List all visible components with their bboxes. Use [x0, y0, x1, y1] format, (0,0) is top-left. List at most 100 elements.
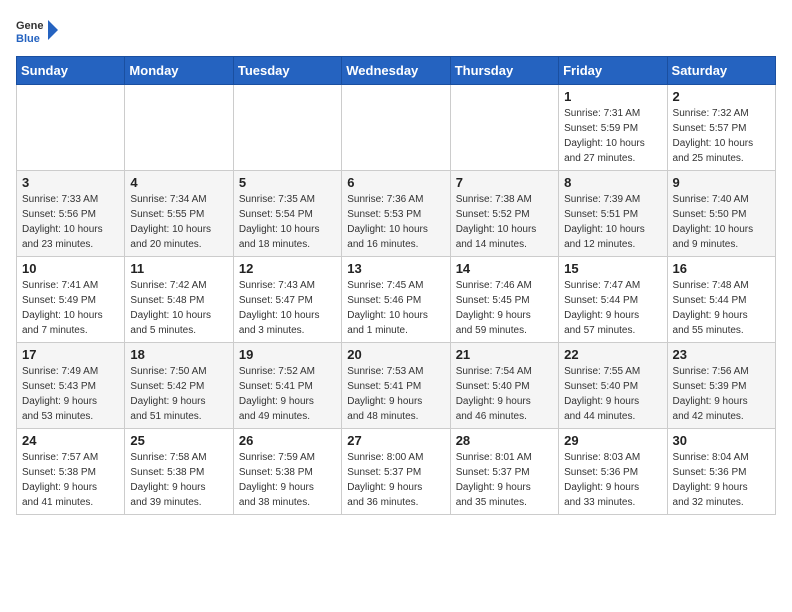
- calendar-cell: 23 Sunrise: 7:56 AM Sunset: 5:39 PM Dayli…: [667, 343, 775, 429]
- day-number: 29: [564, 433, 661, 448]
- day-info: Sunrise: 7:47 AM Sunset: 5:44 PM Dayligh…: [564, 278, 661, 338]
- calendar-cell: 8 Sunrise: 7:39 AM Sunset: 5:51 PM Daylig…: [559, 171, 667, 257]
- calendar-cell: 6Sunrise: 7:36 AM Sunset: 5:53 PM Daylig…: [342, 171, 450, 257]
- day-info: Sunrise: 7:54 AM Sunset: 5:40 PM Dayligh…: [456, 364, 553, 424]
- header-day-thursday: Thursday: [450, 57, 558, 85]
- day-number: 24: [22, 433, 119, 448]
- calendar-cell: 20 Sunrise: 7:53 AM Sunset: 5:41 PM Dayli…: [342, 343, 450, 429]
- calendar-cell: 12 Sunrise: 7:43 AM Sunset: 5:47 PM Dayli…: [233, 257, 341, 343]
- day-number: 12: [239, 261, 336, 276]
- header-row: SundayMondayTuesdayWednesdayThursdayFrid…: [17, 57, 776, 85]
- day-info: Sunrise: 7:43 AM Sunset: 5:47 PM Dayligh…: [239, 278, 336, 338]
- day-number: 28: [456, 433, 553, 448]
- calendar-cell: 2 Sunrise: 7:32 AM Sunset: 5:57 PM Daylig…: [667, 85, 775, 171]
- calendar-cell: 15Sunrise: 7:47 AM Sunset: 5:44 PM Dayli…: [559, 257, 667, 343]
- header-day-tuesday: Tuesday: [233, 57, 341, 85]
- calendar-cell: [17, 85, 125, 171]
- day-number: 13: [347, 261, 444, 276]
- day-number: 4: [130, 175, 227, 190]
- calendar-cell: 11Sunrise: 7:42 AM Sunset: 5:48 PM Dayli…: [125, 257, 233, 343]
- calendar-cell: 4 Sunrise: 7:34 AM Sunset: 5:55 PM Daylig…: [125, 171, 233, 257]
- day-info: Sunrise: 7:39 AM Sunset: 5:51 PM Dayligh…: [564, 192, 661, 252]
- logo-arrow-icon: [46, 16, 60, 44]
- day-info: Sunrise: 7:38 AM Sunset: 5:52 PM Dayligh…: [456, 192, 553, 252]
- day-number: 2: [673, 89, 770, 104]
- day-info: Sunrise: 8:00 AM Sunset: 5:37 PM Dayligh…: [347, 450, 444, 510]
- day-info: Sunrise: 7:50 AM Sunset: 5:42 PM Dayligh…: [130, 364, 227, 424]
- calendar-cell: 21 Sunrise: 7:54 AM Sunset: 5:40 PM Dayli…: [450, 343, 558, 429]
- calendar-cell: 24Sunrise: 7:57 AM Sunset: 5:38 PM Dayli…: [17, 429, 125, 515]
- calendar-cell: 3Sunrise: 7:33 AM Sunset: 5:56 PM Daylig…: [17, 171, 125, 257]
- calendar-header: SundayMondayTuesdayWednesdayThursdayFrid…: [17, 57, 776, 85]
- calendar-cell: 1Sunrise: 7:31 AM Sunset: 5:59 PM Daylig…: [559, 85, 667, 171]
- day-number: 21: [456, 347, 553, 362]
- day-info: Sunrise: 7:52 AM Sunset: 5:41 PM Dayligh…: [239, 364, 336, 424]
- day-number: 19: [239, 347, 336, 362]
- day-number: 27: [347, 433, 444, 448]
- calendar-cell: 14Sunrise: 7:46 AM Sunset: 5:45 PM Dayli…: [450, 257, 558, 343]
- day-number: 8: [564, 175, 661, 190]
- day-number: 26: [239, 433, 336, 448]
- calendar-cell: 26 Sunrise: 7:59 AM Sunset: 5:38 PM Dayli…: [233, 429, 341, 515]
- day-info: Sunrise: 8:01 AM Sunset: 5:37 PM Dayligh…: [456, 450, 553, 510]
- day-number: 11: [130, 261, 227, 276]
- day-number: 20: [347, 347, 444, 362]
- day-number: 25: [130, 433, 227, 448]
- day-number: 23: [673, 347, 770, 362]
- day-number: 18: [130, 347, 227, 362]
- day-info: Sunrise: 8:04 AM Sunset: 5:36 PM Dayligh…: [673, 450, 770, 510]
- svg-text:General: General: [16, 20, 44, 32]
- day-number: 17: [22, 347, 119, 362]
- day-info: Sunrise: 8:03 AM Sunset: 5:36 PM Dayligh…: [564, 450, 661, 510]
- header-day-monday: Monday: [125, 57, 233, 85]
- calendar-cell: [125, 85, 233, 171]
- day-info: Sunrise: 7:34 AM Sunset: 5:55 PM Dayligh…: [130, 192, 227, 252]
- calendar-body: 1Sunrise: 7:31 AM Sunset: 5:59 PM Daylig…: [17, 85, 776, 515]
- calendar-cell: 25 Sunrise: 7:58 AM Sunset: 5:38 PM Dayli…: [125, 429, 233, 515]
- calendar-cell: [233, 85, 341, 171]
- header-day-wednesday: Wednesday: [342, 57, 450, 85]
- day-number: 10: [22, 261, 119, 276]
- calendar-cell: 9 Sunrise: 7:40 AM Sunset: 5:50 PM Daylig…: [667, 171, 775, 257]
- day-info: Sunrise: 7:59 AM Sunset: 5:38 PM Dayligh…: [239, 450, 336, 510]
- day-info: Sunrise: 7:40 AM Sunset: 5:50 PM Dayligh…: [673, 192, 770, 252]
- day-number: 14: [456, 261, 553, 276]
- day-info: Sunrise: 7:45 AM Sunset: 5:46 PM Dayligh…: [347, 278, 444, 338]
- calendar-cell: 18 Sunrise: 7:50 AM Sunset: 5:42 PM Dayli…: [125, 343, 233, 429]
- day-info: Sunrise: 7:56 AM Sunset: 5:39 PM Dayligh…: [673, 364, 770, 424]
- header-day-saturday: Saturday: [667, 57, 775, 85]
- calendar-cell: [342, 85, 450, 171]
- page-header: General Blue: [16, 16, 776, 44]
- header-day-sunday: Sunday: [17, 57, 125, 85]
- week-row-1: 1Sunrise: 7:31 AM Sunset: 5:59 PM Daylig…: [17, 85, 776, 171]
- day-info: Sunrise: 7:36 AM Sunset: 5:53 PM Dayligh…: [347, 192, 444, 252]
- day-info: Sunrise: 7:35 AM Sunset: 5:54 PM Dayligh…: [239, 192, 336, 252]
- day-info: Sunrise: 7:55 AM Sunset: 5:40 PM Dayligh…: [564, 364, 661, 424]
- day-info: Sunrise: 7:41 AM Sunset: 5:49 PM Dayligh…: [22, 278, 119, 338]
- week-row-2: 3Sunrise: 7:33 AM Sunset: 5:56 PM Daylig…: [17, 171, 776, 257]
- day-number: 3: [22, 175, 119, 190]
- day-number: 30: [673, 433, 770, 448]
- calendar-cell: 28 Sunrise: 8:01 AM Sunset: 5:37 PM Dayli…: [450, 429, 558, 515]
- logo-svg-icon: General Blue: [16, 16, 44, 44]
- calendar-cell: 10 Sunrise: 7:41 AM Sunset: 5:49 PM Dayli…: [17, 257, 125, 343]
- day-number: 22: [564, 347, 661, 362]
- day-info: Sunrise: 7:32 AM Sunset: 5:57 PM Dayligh…: [673, 106, 770, 166]
- day-number: 7: [456, 175, 553, 190]
- day-number: 9: [673, 175, 770, 190]
- week-row-5: 24Sunrise: 7:57 AM Sunset: 5:38 PM Dayli…: [17, 429, 776, 515]
- day-number: 16: [673, 261, 770, 276]
- calendar-cell: 7 Sunrise: 7:38 AM Sunset: 5:52 PM Daylig…: [450, 171, 558, 257]
- day-info: Sunrise: 7:58 AM Sunset: 5:38 PM Dayligh…: [130, 450, 227, 510]
- day-info: Sunrise: 7:53 AM Sunset: 5:41 PM Dayligh…: [347, 364, 444, 424]
- calendar-table: SundayMondayTuesdayWednesdayThursdayFrid…: [16, 56, 776, 515]
- calendar-cell: 19 Sunrise: 7:52 AM Sunset: 5:41 PM Dayli…: [233, 343, 341, 429]
- calendar-cell: 22 Sunrise: 7:55 AM Sunset: 5:40 PM Dayli…: [559, 343, 667, 429]
- calendar-cell: 16 Sunrise: 7:48 AM Sunset: 5:44 PM Dayli…: [667, 257, 775, 343]
- calendar-cell: 29 Sunrise: 8:03 AM Sunset: 5:36 PM Dayli…: [559, 429, 667, 515]
- calendar-cell: 30 Sunrise: 8:04 AM Sunset: 5:36 PM Dayli…: [667, 429, 775, 515]
- logo: General Blue: [16, 16, 60, 44]
- day-info: Sunrise: 7:48 AM Sunset: 5:44 PM Dayligh…: [673, 278, 770, 338]
- calendar-cell: 17Sunrise: 7:49 AM Sunset: 5:43 PM Dayli…: [17, 343, 125, 429]
- calendar-cell: 5Sunrise: 7:35 AM Sunset: 5:54 PM Daylig…: [233, 171, 341, 257]
